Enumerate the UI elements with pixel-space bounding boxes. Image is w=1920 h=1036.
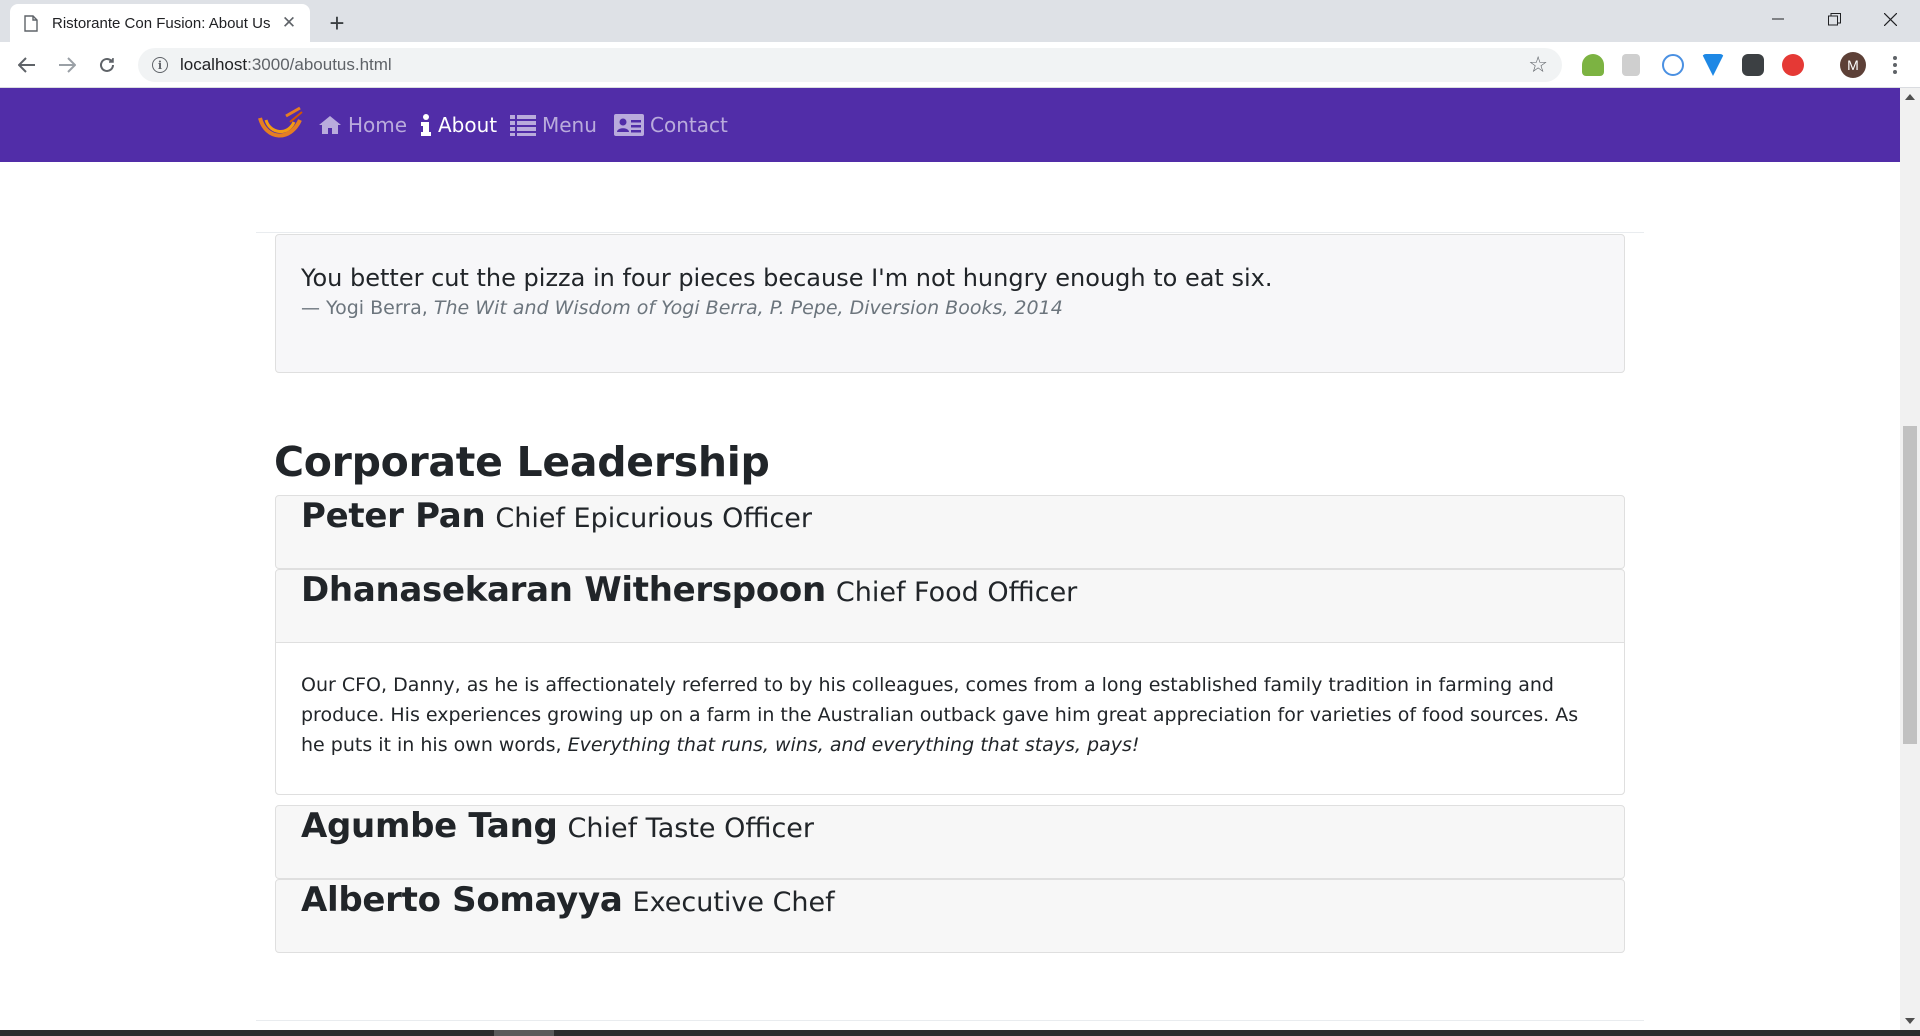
site-navbar: Home About Menu Contact [0,88,1900,162]
leader-name: Peter Pan [301,496,486,536]
divider [256,1020,1644,1021]
leader-role: Chief Epicurious Officer [495,503,812,534]
section-title: Corporate Leadership [274,438,770,486]
minimize-icon[interactable] [1750,0,1806,38]
url-path: :3000/aboutus.html [247,55,392,74]
horizontal-scrollbar[interactable] [0,1030,1920,1036]
pocket-icon[interactable] [1742,54,1764,76]
adblock-icon[interactable] [1782,54,1804,76]
list-icon [510,114,536,136]
nav-home[interactable]: Home [318,113,407,137]
restore-icon[interactable] [1806,0,1862,38]
nav-home-label: Home [348,113,408,137]
browser-tab[interactable]: Ristorante Con Fusion: About Us ✕ [10,4,310,42]
nav-contact-label: Contact [650,113,728,137]
forward-icon[interactable] [52,50,82,80]
url-host: localhost [180,55,248,74]
leader-bio-quote: Everything that runs, wins, and everythi… [567,734,1140,756]
reload-icon[interactable] [92,50,122,80]
quote-author: — Yogi Berra, [301,297,434,319]
leader-role: Executive Chef [632,887,835,918]
vertical-scrollbar[interactable] [1900,88,1920,1030]
info-icon[interactable]: i [152,57,168,73]
scrollbar-thumb[interactable] [494,1030,554,1036]
leader-card-peter-pan: Peter Pan Chief Epicurious Officer [275,495,1625,569]
kebab-menu-icon[interactable] [1882,52,1908,78]
extension-icon[interactable] [1662,54,1684,76]
accordion-header[interactable]: Peter Pan Chief Epicurious Officer [276,496,1624,568]
divider [256,232,1644,233]
nav-menu-label: Menu [542,113,597,137]
tab-strip: Ristorante Con Fusion: About Us ✕ + [0,0,1920,42]
browser-toolbar: i localhost:3000/aboutus.html ☆ M [0,42,1920,88]
info-icon [420,114,432,136]
accordion-header[interactable]: Alberto Somayya Executive Chef [276,880,1624,952]
star-icon[interactable]: ☆ [1528,54,1548,76]
scrollbar-thumb[interactable] [1903,426,1917,744]
nav-about-label: About [438,113,498,137]
close-icon[interactable]: ✕ [280,13,298,32]
quote-text: You better cut the pizza in four pieces … [301,264,1273,292]
quote-footer: — Yogi Berra, The Wit and Wisdom of Yogi… [301,297,1599,319]
address-bar[interactable]: i localhost:3000/aboutus.html ☆ [138,48,1562,82]
nav-about[interactable]: About [420,113,497,137]
leader-card-dhanasekaran-witherspoon: Dhanasekaran Witherspoon Chief Food Offi… [275,569,1625,795]
home-icon [318,115,342,135]
quote-card: You better cut the pizza in four pieces … [275,234,1625,373]
leader-name: Alberto Somayya [301,880,623,920]
back-icon[interactable] [12,50,42,80]
extension-icon[interactable] [1582,54,1604,76]
leader-card-agumbe-tang: Agumbe Tang Chief Taste Officer [275,805,1625,879]
scroll-up-icon[interactable] [1905,94,1915,100]
plus-icon[interactable]: + [322,8,352,38]
window-close-icon[interactable] [1862,0,1918,38]
accordion-header[interactable]: Agumbe Tang Chief Taste Officer [276,806,1624,878]
nav-menu[interactable]: Menu [510,113,597,137]
accordion-body: Our CFO, Danny, as he is affectionately … [276,642,1624,794]
leader-name: Dhanasekaran Witherspoon [301,570,826,610]
nav-contact[interactable]: Contact [614,113,728,137]
leader-name: Agumbe Tang [301,806,558,846]
quote-source: The Wit and Wisdom of Yogi Berra, P. Pep… [433,297,1063,319]
extension-icon[interactable] [1622,54,1640,76]
accordion-header[interactable]: Dhanasekaran Witherspoon Chief Food Offi… [276,570,1624,642]
page-viewport: Home About Menu Contact You better cut t… [0,88,1900,1030]
scroll-down-icon[interactable] [1905,1018,1915,1024]
address-card-icon [614,114,644,136]
document-icon [24,14,38,32]
leader-role: Chief Food Officer [835,577,1078,608]
tab-title: Ristorante Con Fusion: About Us [52,14,271,32]
leader-role: Chief Taste Officer [567,813,815,844]
avatar[interactable]: M [1840,52,1866,78]
extension-icon[interactable] [1702,54,1724,76]
restaurant-logo[interactable] [256,106,304,146]
leader-card-alberto-somayya: Alberto Somayya Executive Chef [275,879,1625,953]
